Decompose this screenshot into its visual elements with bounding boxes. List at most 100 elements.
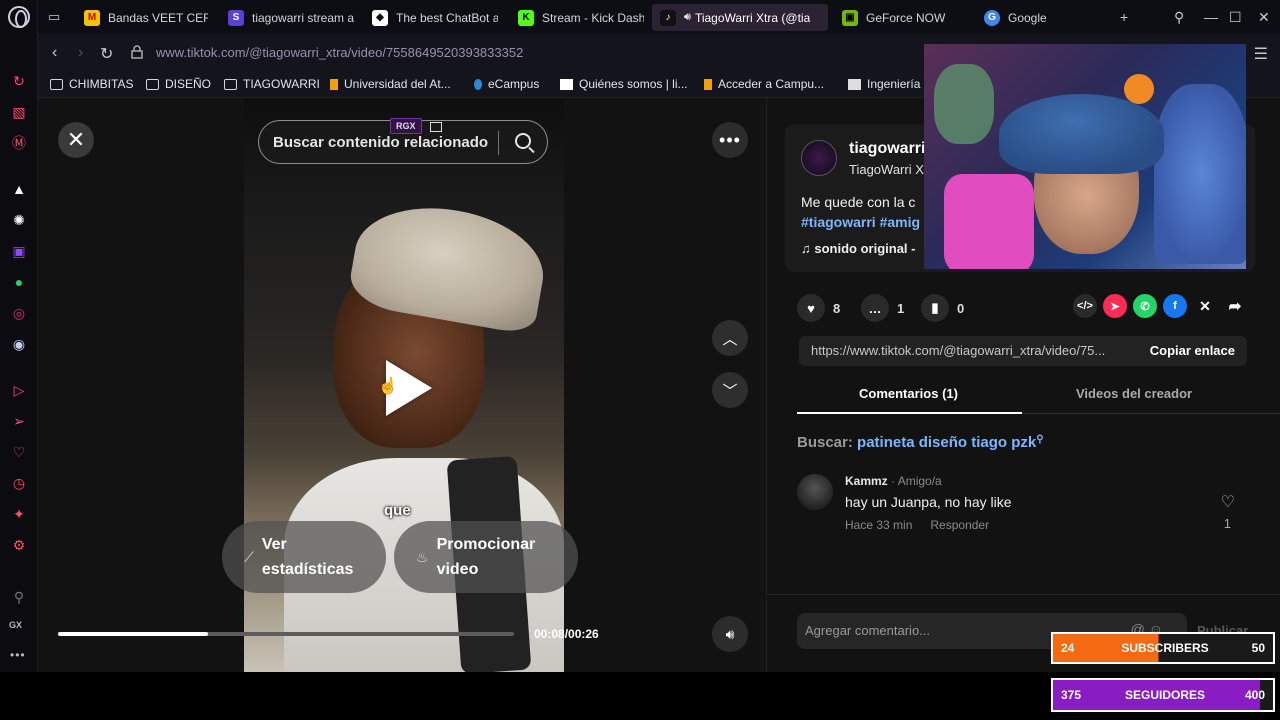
commenter-tag: · Amigo/a xyxy=(891,474,942,488)
send-icon[interactable]: ➢ xyxy=(10,412,28,430)
instagram-icon[interactable]: ◎ xyxy=(10,304,28,322)
gx-control-icon[interactable]: ↻ xyxy=(10,72,28,90)
easy-setup-icon[interactable]: ☰ xyxy=(1254,44,1268,64)
maximize-icon[interactable]: ☐ xyxy=(1229,9,1242,26)
tab-bandas[interactable]: M Bandas VEET CERA xyxy=(76,4,208,31)
like-button[interactable]: ♥ 8 xyxy=(797,294,840,322)
player-icon[interactable]: ▷ xyxy=(10,381,28,399)
heart-icon[interactable]: ♡ xyxy=(10,443,28,461)
gx-mods-icon[interactable]: Ⓜ xyxy=(10,134,28,152)
bookmark-label: DISEÑO xyxy=(165,77,212,91)
pin-icon[interactable]: ⚲ xyxy=(10,588,28,606)
comment-like-icon[interactable]: ♡ xyxy=(1221,492,1235,512)
reply-button[interactable]: Responder xyxy=(930,518,989,532)
bookmark-ingenieria[interactable]: Ingeniería xyxy=(848,77,920,91)
tab-stream[interactable]: S tiagowarri stream a xyxy=(220,4,354,31)
opera-gx-logo-icon[interactable] xyxy=(8,6,30,28)
page-icon xyxy=(848,78,861,90)
chatbot-icon: ◆ xyxy=(372,9,388,26)
url-path: /@tiagowarri_xtra/video/7558649520393833… xyxy=(245,45,524,60)
webcam-streamer-cap xyxy=(999,94,1164,174)
share-arrow-icon[interactable]: ➦ xyxy=(1223,294,1247,318)
close-video-button[interactable]: ✕ xyxy=(58,122,94,158)
campus-icon xyxy=(704,78,712,90)
settings-icon[interactable]: ⚙ xyxy=(10,536,28,554)
related-search-placeholder: Buscar contenido relacionado xyxy=(273,134,489,151)
gx-label: GX xyxy=(9,620,23,630)
previous-video-button[interactable]: ︿ xyxy=(712,320,748,356)
heart-icon: ♥ xyxy=(797,294,825,322)
promote-video-button[interactable]: ♨ Promocionar video xyxy=(394,521,578,593)
picture-in-picture-icon[interactable] xyxy=(430,122,442,132)
tab-tiktok[interactable]: ♪ 🔊︎ TiagoWarri Xtra (@tia xyxy=(652,4,828,31)
tab-kick[interactable]: K Stream - Kick Dash xyxy=(510,4,644,31)
new-tab-icon[interactable]: + xyxy=(1120,9,1128,25)
search-icon[interactable] xyxy=(515,133,531,149)
bookmark-acceder-campus[interactable]: Acceder a Campu... xyxy=(704,77,824,91)
more-options-button[interactable]: ••• xyxy=(712,122,748,158)
bookmark-label: Universidad del At... xyxy=(344,77,451,91)
twitch-icon[interactable]: ▣ xyxy=(10,242,28,260)
minimize-icon[interactable]: — xyxy=(1204,9,1218,25)
commenter-name[interactable]: Kammz · Amigo/a xyxy=(845,474,942,488)
history-icon[interactable]: ◷ xyxy=(10,474,28,492)
promote-video-label: Promocionar video xyxy=(436,536,536,578)
bookmark-label: eCampus xyxy=(488,77,540,91)
webcam-pumpkin-decor xyxy=(1124,74,1154,104)
chatgpt-icon[interactable]: ✺ xyxy=(10,211,28,229)
search-suggestion[interactable]: Buscar: patineta diseño tiago pzk⚲ xyxy=(797,434,1044,451)
url-domain: www.tiktok.com xyxy=(156,45,246,60)
ai-icon[interactable]: ▲ xyxy=(10,180,28,198)
send-to-friends-icon[interactable]: ➤ xyxy=(1103,294,1127,318)
search-small-icon: ⚲ xyxy=(1036,434,1044,445)
comment-button[interactable]: … 1 xyxy=(861,294,904,322)
forward-icon[interactable]: › xyxy=(78,44,83,62)
bookmark-diseno[interactable]: DISEÑO xyxy=(146,77,211,91)
more-dots-icon[interactable]: ••• xyxy=(10,648,26,662)
embed-icon[interactable]: </> xyxy=(1073,294,1097,318)
tab-title: Bandas VEET CERA xyxy=(108,10,208,25)
whatsapp-icon[interactable]: ● xyxy=(10,273,28,291)
back-icon[interactable]: ‹ xyxy=(52,44,57,62)
action-row: ♥ 8 … 1 ▮ 0 </> ➤ ✆ f ✕ ➦ xyxy=(797,294,1247,322)
extensions-icon[interactable]: ✦ xyxy=(10,505,28,523)
video-progress-bar[interactable] xyxy=(58,632,514,636)
bookmark-quienes-somos[interactable]: Quiénes somos | li... xyxy=(560,77,688,91)
save-button[interactable]: ▮ 0 xyxy=(921,294,964,322)
tab-creator-videos[interactable]: Videos del creador xyxy=(1076,386,1192,401)
commenter-avatar[interactable] xyxy=(797,474,833,510)
tab-geforce[interactable]: ▣ GeForce NOW xyxy=(834,4,964,31)
whatsapp-share-icon[interactable]: ✆ xyxy=(1133,294,1157,318)
author-avatar[interactable] xyxy=(801,140,837,176)
view-stats-button[interactable]: ⟋ Ver estadísticas xyxy=(222,521,386,593)
tab-comments[interactable]: Comentarios (1) xyxy=(859,386,958,401)
facebook-share-icon[interactable]: f xyxy=(1163,294,1187,318)
tab-menu-icon[interactable]: ▭ xyxy=(48,9,60,25)
bookmark-chimbitas[interactable]: CHIMBITAS xyxy=(50,77,133,91)
bookmark-tiagowarri[interactable]: TIAGOWARRI xyxy=(224,77,320,91)
url-field[interactable]: www.tiktok.com/@tiagowarri_xtra/video/75… xyxy=(156,45,523,60)
video-hashtags[interactable]: #tiagowarri #amig xyxy=(801,214,920,230)
volume-button[interactable]: 🔊︎ xyxy=(712,616,748,652)
video-link[interactable]: https://www.tiktok.com/@tiagowarri_xtra/… xyxy=(811,343,1105,358)
rgx-badge[interactable]: RGX xyxy=(390,118,422,134)
tab-title: Stream - Kick Dash xyxy=(542,10,644,25)
bookmark-label: Quiénes somos | li... xyxy=(579,77,688,91)
browser-sidebar: ↻ ▧ Ⓜ ▲ ✺ ▣ ● ◎ ◉ ▷ ➢ ♡ ◷ ✦ ⚙ ⚲ GX ••• xyxy=(0,0,38,672)
bookmark-ecampus[interactable]: eCampus xyxy=(474,77,539,91)
tab-google[interactable]: G Google xyxy=(976,4,1106,31)
reload-icon[interactable]: ↻ xyxy=(100,44,113,64)
discord-icon[interactable]: ◉ xyxy=(10,335,28,353)
close-window-icon[interactable]: ✕ xyxy=(1258,9,1270,26)
search-tabs-icon[interactable]: ⚲ xyxy=(1174,9,1184,26)
copy-link-row: https://www.tiktok.com/@tiagowarri_xtra/… xyxy=(799,336,1247,366)
copy-link-button[interactable]: Copiar enlace xyxy=(1150,343,1235,358)
x-share-icon[interactable]: ✕ xyxy=(1193,294,1217,318)
bookmark-universidad[interactable]: Universidad del At... xyxy=(330,77,451,91)
gx-corner-icon[interactable]: ▧ xyxy=(10,103,28,121)
music-row[interactable]: ♫ sonido original - xyxy=(801,241,915,256)
author-name[interactable]: tiagowarri xyxy=(849,140,925,158)
search-suggestion-value[interactable]: patineta diseño tiago pzk xyxy=(857,434,1036,451)
tab-chatbot[interactable]: ◆ The best ChatBot a xyxy=(364,4,498,31)
next-video-button[interactable]: ﹀ xyxy=(712,372,748,408)
